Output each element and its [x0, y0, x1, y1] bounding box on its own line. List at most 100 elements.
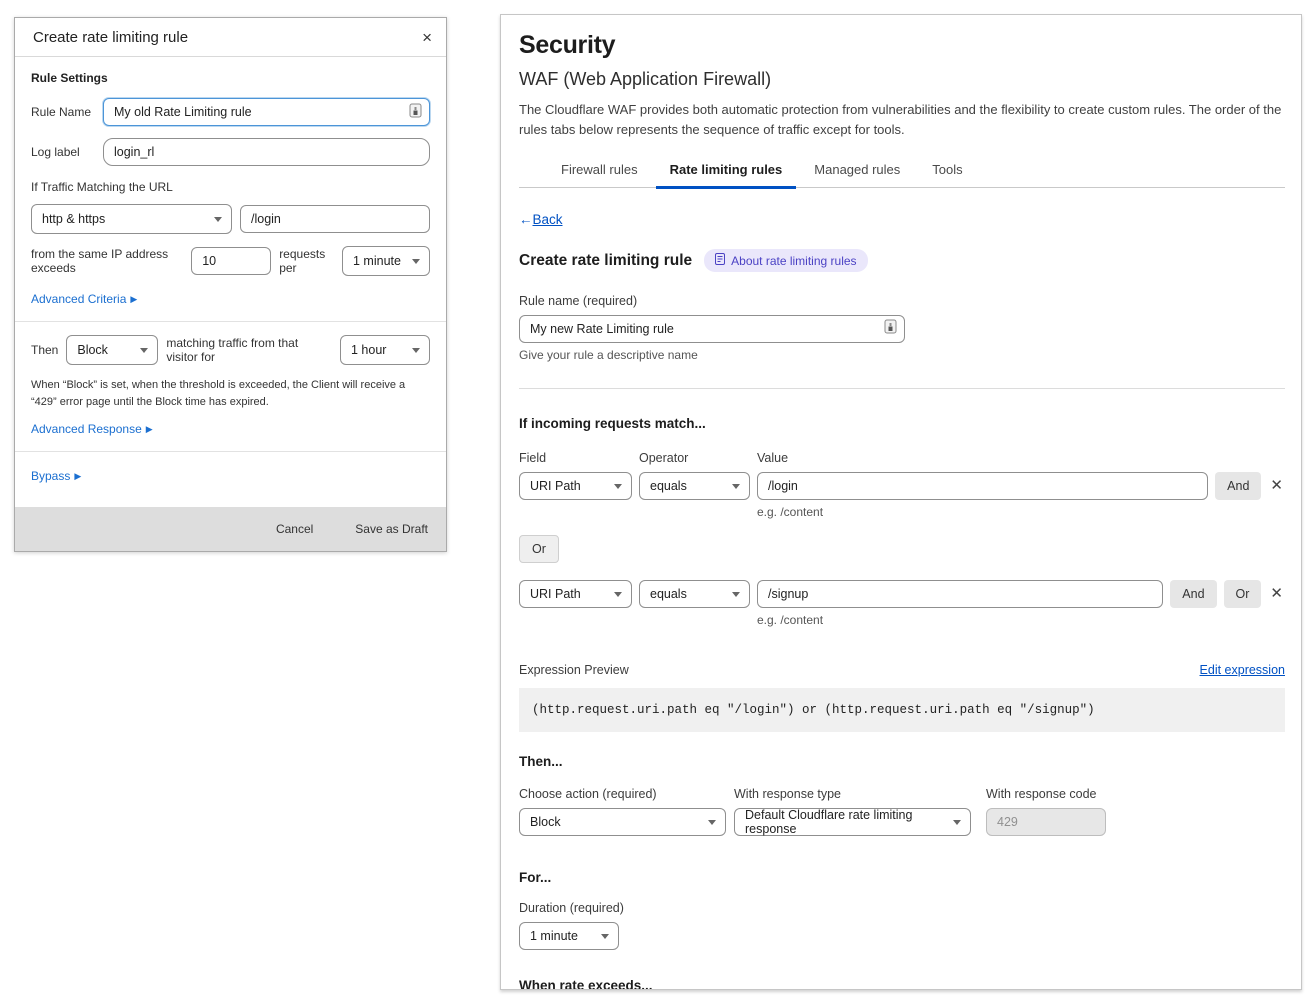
chevron-down-icon — [614, 592, 622, 597]
security-waf-panel: Security WAF (Web Application Firewall) … — [500, 14, 1302, 990]
log-label-row: Log label — [31, 138, 430, 166]
about-rate-limiting-badge[interactable]: About rate limiting rules — [704, 249, 867, 272]
rule-settings-heading: Rule Settings — [31, 71, 430, 85]
then-controls: Choose action (required) Block With resp… — [519, 787, 1285, 836]
value-input[interactable] — [757, 472, 1208, 500]
and-button[interactable]: And — [1215, 472, 1261, 500]
tab-tools[interactable]: Tools — [918, 154, 976, 187]
chevron-down-icon — [708, 820, 716, 825]
then-heading: Then... — [519, 754, 1285, 769]
tab-rate-limiting-rules[interactable]: Rate limiting rules — [656, 154, 797, 187]
tab-managed-rules[interactable]: Managed rules — [800, 154, 914, 187]
block-duration-select[interactable]: 1 hour — [340, 335, 430, 365]
advanced-response-link[interactable]: Advanced Response ▶ — [31, 422, 153, 436]
chevron-down-icon — [732, 592, 740, 597]
response-type-label: With response type — [734, 787, 986, 801]
or-connector-button[interactable]: Or — [519, 535, 559, 563]
field-select[interactable]: URI Path — [519, 472, 632, 500]
operator-label: Operator — [639, 451, 757, 465]
operator-select[interactable]: equals — [639, 580, 750, 608]
bypass-link[interactable]: Bypass ▶ — [31, 469, 81, 483]
requests-input[interactable] — [191, 247, 271, 275]
dialog-title: Create rate limiting rule — [33, 29, 188, 46]
value-hint: e.g. /content — [757, 505, 1285, 519]
divider — [519, 388, 1285, 389]
url-match-row: http & https — [31, 204, 430, 234]
threshold-row: from the same IP address exceeds request… — [31, 246, 430, 276]
form-title: Create rate limiting rule — [519, 252, 692, 270]
save-as-draft-button[interactable]: Save as Draft — [355, 522, 428, 536]
traffic-matching-heading: If Traffic Matching the URL — [31, 180, 430, 194]
or-connector-row: Or — [519, 535, 1285, 563]
operator-select[interactable]: equals — [639, 472, 750, 500]
cancel-button[interactable]: Cancel — [276, 522, 313, 536]
condition-row-1: URI Path equals And ✕ — [519, 472, 1285, 500]
chevron-down-icon — [214, 217, 222, 222]
close-icon[interactable]: × — [422, 29, 432, 46]
document-icon — [715, 253, 725, 268]
duration-select[interactable]: 1 minute — [519, 922, 619, 950]
dialog-footer: Cancel Save as Draft — [15, 507, 446, 551]
expression-preview-row: Expression Preview Edit expression — [519, 663, 1285, 677]
value-input[interactable] — [757, 580, 1163, 608]
scheme-select[interactable]: http & https — [31, 204, 232, 234]
for-heading: For... — [519, 870, 1285, 885]
match-heading: If incoming requests match... — [519, 416, 1285, 431]
create-rate-limiting-rule-dialog: Create rate limiting rule × Rule Setting… — [14, 17, 447, 552]
password-manager-icon[interactable] — [409, 103, 422, 121]
value-label: Value — [757, 451, 788, 465]
field-select[interactable]: URI Path — [519, 580, 632, 608]
tab-firewall-rules[interactable]: Firewall rules — [547, 154, 652, 187]
period-select[interactable]: 1 minute — [342, 246, 430, 276]
exceeds-text: from the same IP address exceeds — [31, 247, 183, 275]
rule-name-input[interactable] — [103, 98, 430, 126]
condition-labels: Field Operator Value — [519, 451, 1285, 472]
rule-name-label: Rule Name — [31, 105, 103, 119]
rate-heading: When rate exceeds... — [519, 978, 1285, 990]
rule-name-block: Rule name (required) Give your rule a de… — [519, 294, 1285, 362]
password-manager-icon[interactable] — [884, 319, 897, 339]
chevron-down-icon — [953, 820, 961, 825]
back-arrow-icon: ← — [519, 212, 533, 227]
divider — [15, 321, 446, 322]
duration-label: Duration (required) — [519, 901, 1285, 915]
triangle-right-icon: ▶ — [74, 471, 81, 482]
rule-name-label: Rule name (required) — [519, 294, 1285, 308]
remove-condition-icon[interactable]: ✕ — [1268, 580, 1285, 608]
then-label: Then — [31, 343, 58, 357]
form-title-row: Create rate limiting rule About rate lim… — [519, 249, 1285, 272]
choose-action-label: Choose action (required) — [519, 787, 734, 801]
chevron-down-icon — [412, 348, 420, 353]
expression-preview-label: Expression Preview — [519, 663, 629, 677]
value-hint: e.g. /content — [757, 613, 1285, 627]
action-select[interactable]: Block — [66, 335, 158, 365]
matching-text: matching traffic from that visitor for — [166, 336, 332, 364]
back-link[interactable]: ←Back — [519, 212, 563, 227]
or-button[interactable]: Or — [1224, 580, 1262, 608]
page-title: Security — [519, 31, 1285, 60]
condition-row-2: URI Path equals And Or ✕ — [519, 580, 1285, 608]
rule-name-hint: Give your rule a descriptive name — [519, 348, 1285, 362]
triangle-right-icon: ▶ — [146, 424, 153, 435]
response-type-select[interactable]: Default Cloudflare rate limiting respons… — [734, 808, 971, 836]
waf-tabs: Firewall rules Rate limiting rules Manag… — [519, 154, 1285, 188]
page-description: The Cloudflare WAF provides both automat… — [519, 100, 1285, 140]
chevron-down-icon — [140, 348, 148, 353]
dialog-body: Rule Settings Rule Name Log label If Tra… — [15, 57, 446, 493]
rule-name-input[interactable] — [519, 315, 905, 343]
divider — [15, 451, 446, 452]
page-subtitle: WAF (Web Application Firewall) — [519, 69, 1285, 90]
requests-per-text: requests per — [279, 247, 334, 275]
triangle-right-icon: ▶ — [130, 294, 137, 305]
remove-condition-icon[interactable]: ✕ — [1268, 472, 1285, 500]
response-code-input — [986, 808, 1106, 836]
action-select[interactable]: Block — [519, 808, 726, 836]
edit-expression-link[interactable]: Edit expression — [1200, 663, 1285, 677]
and-button[interactable]: And — [1170, 580, 1216, 608]
chevron-down-icon — [601, 934, 609, 939]
chevron-down-icon — [732, 484, 740, 489]
log-label-input[interactable] — [103, 138, 430, 166]
url-input[interactable] — [240, 205, 430, 233]
then-row: Then Block matching traffic from that vi… — [31, 335, 430, 365]
advanced-criteria-link[interactable]: Advanced Criteria ▶ — [31, 292, 137, 306]
